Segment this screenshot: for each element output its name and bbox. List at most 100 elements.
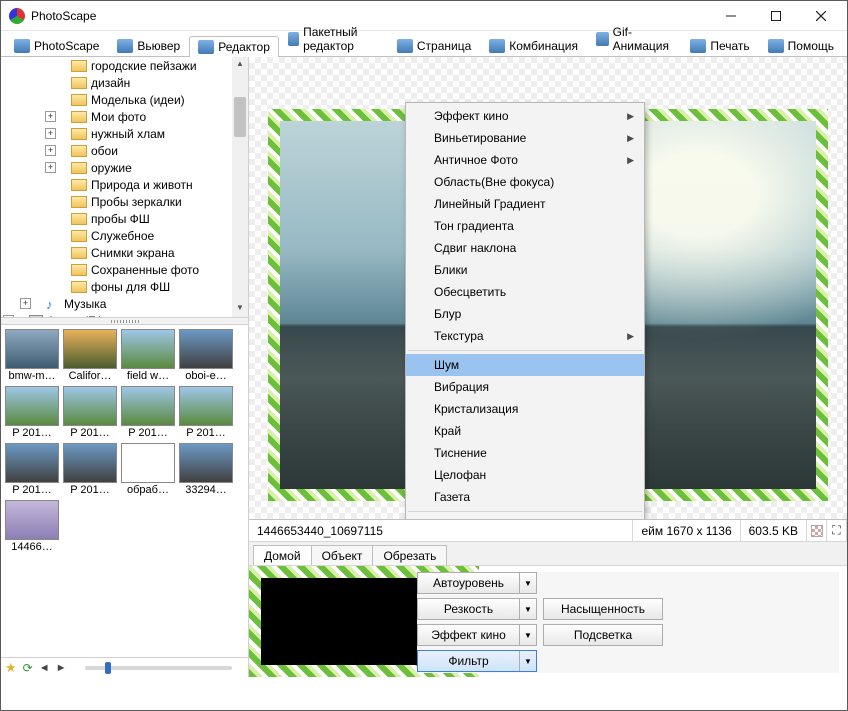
tab-help[interactable]: Помощь — [759, 35, 843, 56]
tree-folder-item[interactable]: +пробы ФШ — [1, 210, 248, 227]
menu-item[interactable]: Шум — [406, 354, 644, 376]
tree-folder-item[interactable]: +Природа и животн — [1, 176, 248, 193]
btab-home[interactable]: Домой — [253, 545, 312, 566]
menu-item[interactable]: Сдвиг наклона — [406, 237, 644, 259]
thumbnail-item[interactable]: bmw-m… — [5, 329, 59, 382]
autolevel-button[interactable]: Автоуровень▼ — [417, 572, 537, 594]
thumbnail-item[interactable]: P 201… — [5, 386, 59, 439]
expand-icon[interactable]: + — [45, 128, 56, 139]
menu-item[interactable]: Блики — [406, 259, 644, 281]
tree-folder-item[interactable]: +Служебное — [1, 227, 248, 244]
expand-icon[interactable]: + — [20, 298, 31, 309]
sharpness-button[interactable]: Резкость▼ — [417, 598, 537, 620]
thumbnail-item[interactable]: обраб… — [121, 443, 175, 496]
thumbnail-item[interactable]: P 201… — [121, 386, 175, 439]
tree-folder-item[interactable]: +Мои фото — [1, 108, 248, 125]
tab-photoscape[interactable]: PhotoScape — [5, 35, 108, 56]
menu-item[interactable]: Край — [406, 420, 644, 442]
filter-button[interactable]: Фильтр▼ — [417, 650, 537, 672]
tree-folder-music[interactable]: +♪Музыка — [1, 295, 248, 312]
menu-item[interactable]: Вибрация — [406, 376, 644, 398]
menu-item[interactable]: Античное Фото▶ — [406, 149, 644, 171]
menu-item-label: Тиснение — [434, 446, 487, 460]
viewer-icon — [117, 39, 133, 53]
menu-item[interactable]: Область(Вне фокуса) — [406, 171, 644, 193]
scroll-down-icon[interactable]: ▼ — [232, 301, 248, 317]
minimize-button[interactable] — [708, 2, 753, 30]
menu-item[interactable]: Кристализация — [406, 398, 644, 420]
tree-folder-item[interactable]: +Снимки экрана — [1, 244, 248, 261]
tree-folder-item[interactable]: +Пробы зеркалки — [1, 193, 248, 210]
maximize-button[interactable] — [753, 2, 798, 30]
thumbnail-item[interactable]: 14466… — [5, 500, 59, 553]
tab-batch[interactable]: Пакетный редактор — [279, 21, 388, 56]
tree-item-label: Снимки экрана — [91, 246, 175, 260]
horizontal-splitter[interactable] — [1, 317, 248, 325]
tree-item-label: Музыка — [64, 297, 106, 311]
menu-item[interactable]: Иллюстрация▶ — [406, 515, 644, 519]
expand-icon[interactable]: + — [45, 162, 56, 173]
tree-folder-item[interactable]: +Моделька (идеи) — [1, 91, 248, 108]
tab-viewer[interactable]: Вьювер — [108, 35, 189, 56]
thumb-size-slider[interactable] — [85, 666, 233, 670]
forward-icon[interactable]: ► — [56, 662, 67, 674]
thumbnail-item[interactable]: oboi-e… — [179, 329, 233, 382]
menu-item[interactable]: Эффект кино▶ — [406, 105, 644, 127]
tree-drive-archive[interactable]: +Архив (F:) — [1, 312, 248, 317]
tree-folder-item[interactable]: + обои — [1, 142, 248, 159]
menu-item[interactable]: Блур — [406, 303, 644, 325]
scroll-thumb[interactable] — [234, 97, 246, 137]
menu-item[interactable]: Виньетирование▶ — [406, 127, 644, 149]
menu-item[interactable]: Тиснение — [406, 442, 644, 464]
tree-folder-item[interactable]: +дизайн — [1, 74, 248, 91]
thumbnail-item[interactable]: field w… — [121, 329, 175, 382]
menu-item[interactable]: Тон градиента — [406, 215, 644, 237]
thumbnail-item[interactable]: P 201… — [63, 386, 117, 439]
expand-icon[interactable]: + — [3, 315, 14, 317]
thumbnail-item[interactable]: P 201… — [5, 443, 59, 496]
menu-item[interactable]: Линейный Градиент — [406, 193, 644, 215]
tree-folder-item[interactable]: +нужный хлам — [1, 125, 248, 142]
tree-item-label: обои — [91, 144, 118, 158]
menu-item[interactable]: Целофан — [406, 464, 644, 486]
thumbnail-image — [5, 329, 59, 369]
thumbnail-item[interactable]: P 201… — [179, 386, 233, 439]
submenu-arrow-icon: ▶ — [627, 111, 634, 122]
folder-tree[interactable]: +городские пейзажи+дизайн+Моделька (идеи… — [1, 57, 248, 317]
tree-item-label: пробы ФШ — [91, 212, 150, 226]
tree-folder-item[interactable]: +Сохраненные фото — [1, 261, 248, 278]
film-effect-button[interactable]: Эффект кино▼ — [417, 624, 537, 646]
scroll-up-icon[interactable]: ▲ — [232, 57, 248, 73]
thumbnail-image — [179, 443, 233, 483]
thumbnail-item[interactable]: P 201… — [63, 443, 117, 496]
tab-editor[interactable]: Редактор — [189, 36, 279, 57]
tab-gif[interactable]: Gif-Анимация — [587, 21, 681, 56]
status-transparency-icon[interactable] — [807, 520, 827, 541]
tree-scrollbar[interactable]: ▲ ▼ — [232, 57, 248, 317]
tree-item-label: Служебное — [91, 229, 154, 243]
menu-item[interactable]: Текстура▶ — [406, 325, 644, 347]
saturation-button[interactable]: Насыщенность — [543, 598, 663, 620]
thumbnail-item[interactable]: Califor… — [63, 329, 117, 382]
status-fullscreen-icon[interactable]: ⛶ — [827, 520, 847, 541]
backlight-button[interactable]: Подсветка — [543, 624, 663, 646]
tab-print[interactable]: Печать — [681, 35, 758, 56]
menu-item[interactable]: Газета — [406, 486, 644, 508]
refresh-icon[interactable]: ⟳ — [23, 661, 33, 675]
btab-object[interactable]: Объект — [311, 545, 374, 566]
back-icon[interactable]: ◄ — [39, 662, 50, 674]
close-button[interactable] — [798, 2, 843, 30]
thumbnail-item[interactable]: 33294… — [179, 443, 233, 496]
expand-icon[interactable]: + — [45, 111, 56, 122]
expand-icon[interactable]: + — [45, 145, 56, 156]
tree-folder-item[interactable]: +оружие — [1, 159, 248, 176]
tab-page[interactable]: Страница — [388, 35, 480, 56]
btab-crop[interactable]: Обрезать — [372, 545, 447, 566]
favorite-icon[interactable]: ★ — [5, 660, 17, 676]
tree-folder-item[interactable]: +городские пейзажи — [1, 57, 248, 74]
tree-folder-item[interactable]: +фоны для ФШ — [1, 278, 248, 295]
menu-item[interactable]: Обесцветить — [406, 281, 644, 303]
left-footer: ★ ⟳ ◄ ► — [1, 657, 248, 677]
canvas-area[interactable]: Эффект кино▶Виньетирование▶Античное Фото… — [249, 57, 847, 519]
tab-combine[interactable]: Комбинация — [480, 35, 587, 56]
